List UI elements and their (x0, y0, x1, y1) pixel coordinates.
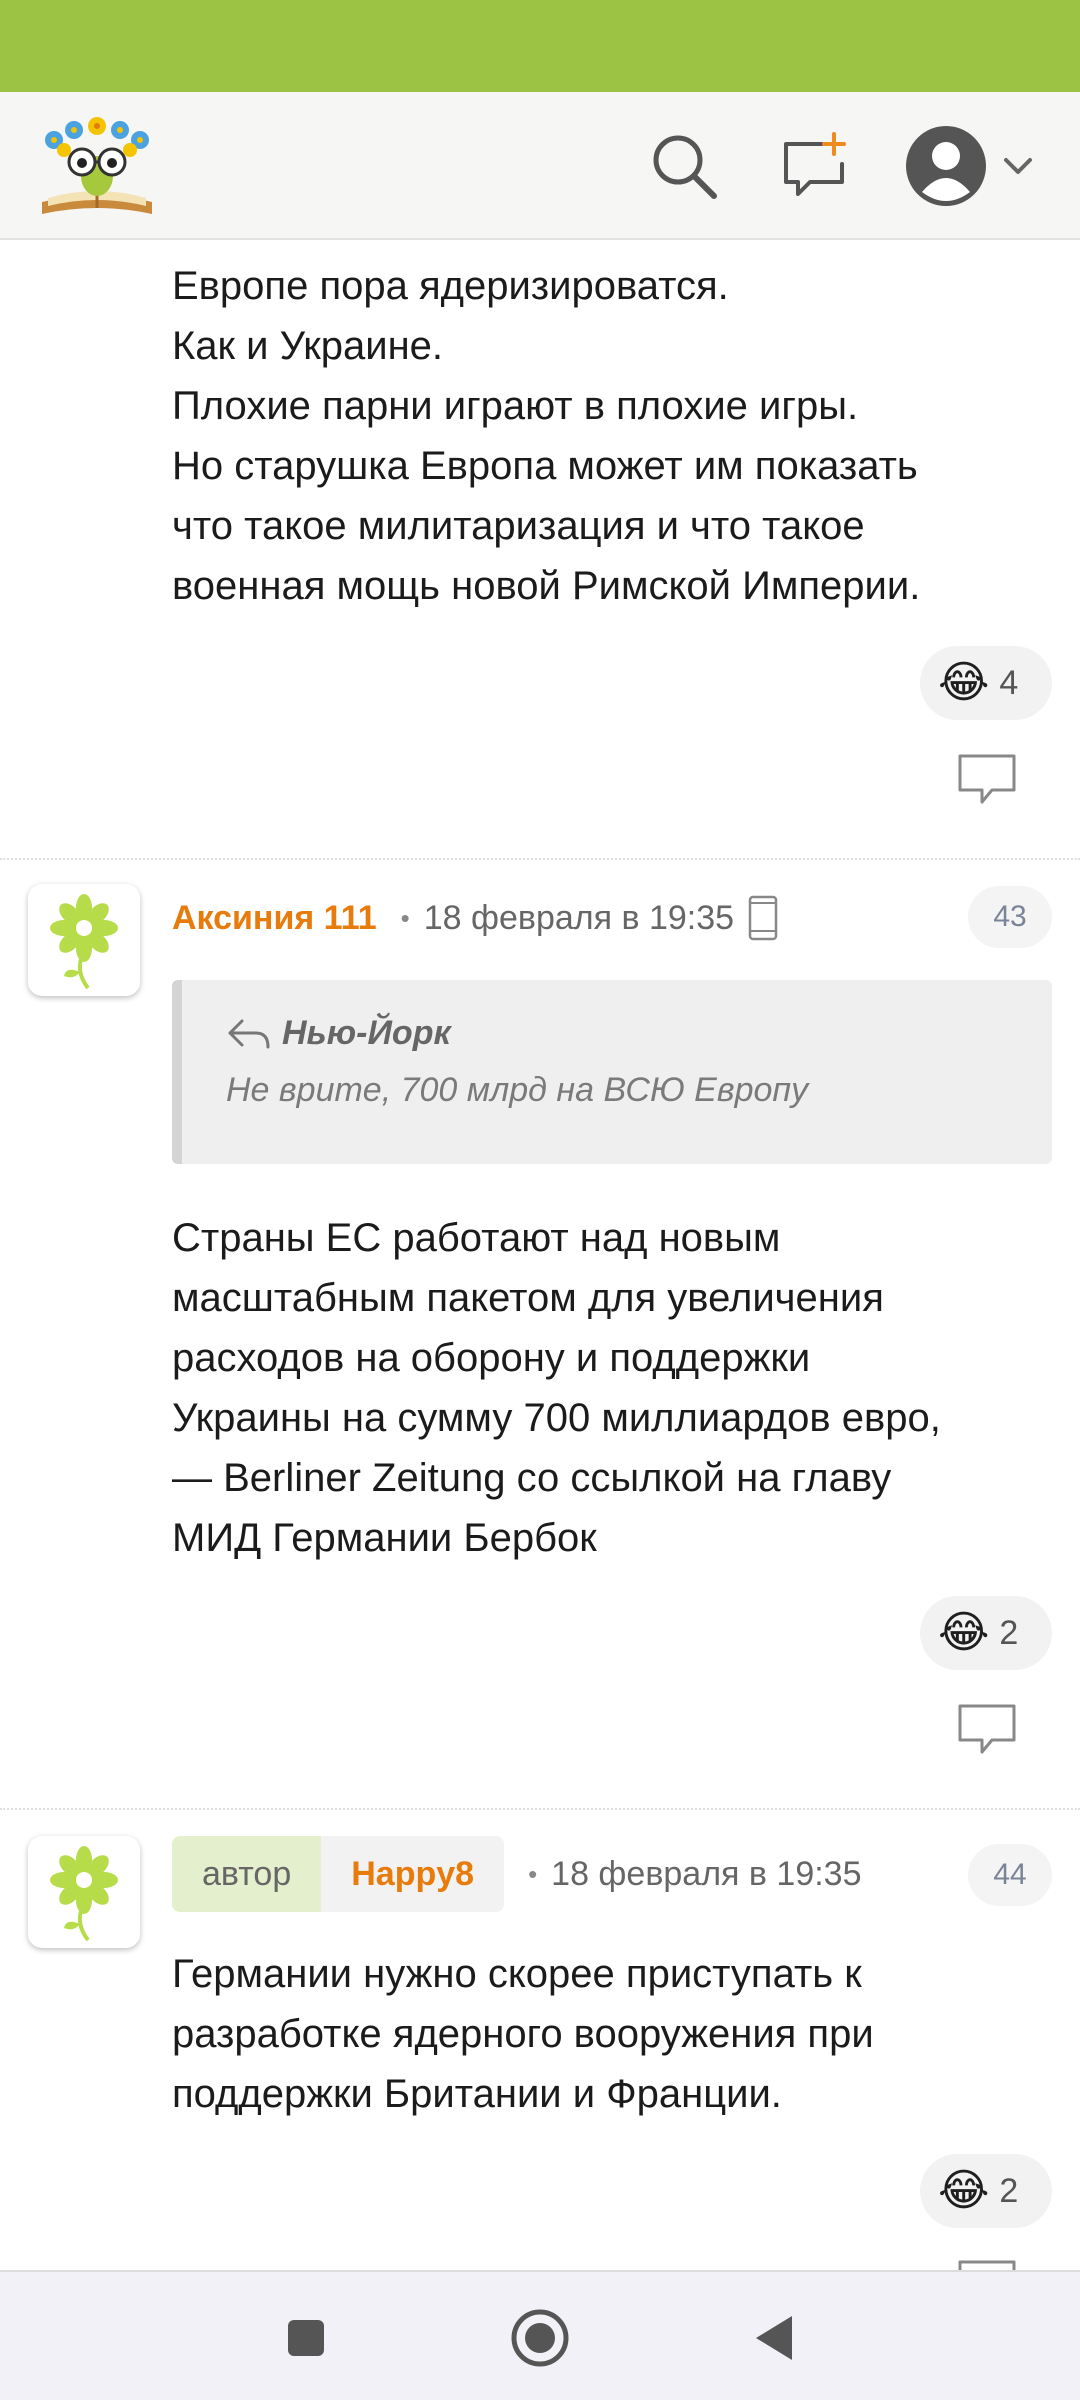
mobile-phone-icon (748, 895, 778, 941)
square-recents-icon (288, 2320, 324, 2356)
chevron-down-icon (1004, 158, 1032, 174)
flower-avatar-icon (50, 1846, 118, 1942)
meta-separator: • (400, 902, 410, 933)
quote-header: Нью-Йорк (226, 1014, 1052, 1053)
comment-line: масштабным пакетом для увеличения (172, 1276, 884, 1320)
profile-menu-button[interactable] (896, 116, 1046, 216)
back-button[interactable] (736, 2300, 812, 2376)
reply-arrow-icon (228, 1019, 270, 1048)
author-tag[interactable]: автор Happy8 (172, 1836, 505, 1912)
comment-date[interactable]: 18 февраля в 19:35 (551, 1855, 861, 1894)
comment-divider (0, 1808, 1080, 1810)
comment-author[interactable]: Аксиния 111 (172, 899, 377, 938)
comment-line: Европе пора ядеризироватся. (172, 264, 729, 308)
triangle-back-icon (756, 2316, 792, 2360)
reaction-count: 4 (999, 663, 1019, 702)
laughing-emoji-icon: 😂 (938, 2165, 990, 2216)
comment-line: Украины на сумму 700 миллиардов евро, (172, 1396, 941, 1440)
comment-meta: Аксиния 111 • 18 февраля в 19:35 (172, 888, 778, 948)
laughing-emoji-icon: 😂 (938, 1607, 990, 1658)
comment-text: Страны ЕС работают над новым масштабным … (172, 1208, 1052, 1568)
avatar[interactable] (28, 884, 140, 996)
search-icon (653, 135, 717, 199)
reply-icon[interactable] (956, 2258, 1018, 2270)
recents-button[interactable] (268, 2300, 344, 2376)
reply-icon[interactable] (956, 752, 1018, 806)
comment-line: Страны ЕС работают над новым (172, 1216, 781, 1260)
comment-divider (0, 858, 1080, 860)
laughing-emoji-icon: 😂 (938, 657, 990, 708)
meta-separator: • (528, 1858, 538, 1889)
quoted-reply[interactable]: Нью-Йорк Не врите, 700 млрд на ВСЮ Европ… (172, 980, 1052, 1164)
reaction-count: 2 (999, 2171, 1019, 2210)
flower-avatar-icon (50, 894, 118, 990)
status-bar (0, 0, 1080, 92)
home-button[interactable] (502, 2300, 578, 2376)
avatar[interactable] (28, 1836, 140, 1948)
quote-author: Нью-Йорк (282, 1014, 451, 1052)
new-message-plus-icon (784, 132, 846, 196)
comment-line: поддержки Британии и Франции. (172, 2072, 782, 2116)
reaction-button[interactable]: 😂 4 (920, 646, 1052, 720)
comment-text: Германии нужно скорее приступать к разра… (172, 1944, 1052, 2124)
comment-number[interactable]: 44 (968, 1844, 1052, 1906)
bookworm-flowers-logo (42, 117, 152, 214)
new-post-button[interactable] (770, 122, 858, 210)
site-logo[interactable] (34, 110, 160, 222)
comment-text: Европе пора ядеризироватся. Как и Украин… (172, 256, 1052, 616)
comment-meta: автор Happy8 • 18 февраля в 19:35 (172, 1836, 862, 1912)
comment-line: МИД Германии Бербок (172, 1516, 597, 1560)
reaction-button[interactable]: 😂 2 (920, 1596, 1052, 1670)
comment-date[interactable]: 18 февраля в 19:35 (424, 899, 734, 938)
comment-line: что такое милитаризация и что такое (172, 504, 865, 548)
comment-number[interactable]: 43 (968, 886, 1052, 948)
comment-line: военная мощь новой Римской Империи. (172, 564, 921, 608)
app-header (0, 92, 1080, 240)
reaction-count: 2 (999, 1613, 1019, 1652)
comment-line: разработке ядерного вооружения при (172, 2012, 874, 2056)
comment-line: — Berliner Zeitung со ссылкой на главу (172, 1456, 892, 1500)
reply-icon[interactable] (956, 1702, 1018, 1756)
comment-line: Плохие парни играют в плохие игры. (172, 384, 859, 428)
reaction-button[interactable]: 😂 2 (920, 2154, 1052, 2228)
quote-text: Не врите, 700 млрд на ВСЮ Европу (226, 1071, 809, 1109)
comment-line: Германии нужно скорее приступать к (172, 1952, 862, 1996)
author-role-badge: автор (172, 1836, 322, 1912)
system-navigation-bar (0, 2270, 1080, 2400)
comment-author[interactable]: Happy8 (321, 1836, 505, 1912)
comment-line: расходов на оборону и поддержки (172, 1336, 811, 1380)
comment-line: Но старушка Европа может им показать (172, 444, 918, 488)
comment-line: Как и Украине. (172, 324, 444, 368)
user-avatar-icon (906, 126, 986, 206)
comments-feed[interactable]: Европе пора ядеризироватся. Как и Украин… (0, 242, 1080, 2270)
search-button[interactable] (640, 122, 728, 210)
circle-home-icon (511, 2309, 569, 2367)
